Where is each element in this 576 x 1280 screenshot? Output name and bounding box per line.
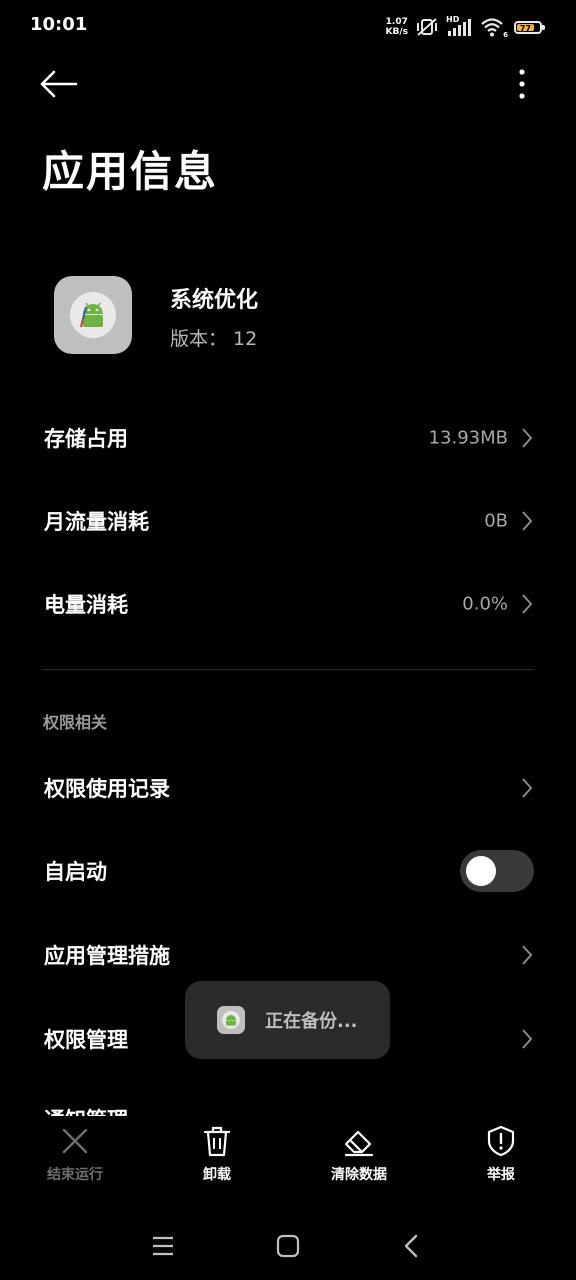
chevron-right-icon — [522, 778, 533, 798]
section-divider — [42, 669, 534, 670]
toast: 正在备份... — [185, 981, 390, 1059]
wifi-badge: 6 — [503, 31, 508, 39]
hd-label: HD — [446, 15, 460, 24]
report-button[interactable]: 举报 — [446, 1124, 556, 1194]
eraser-icon — [344, 1130, 374, 1157]
wifi-icon: 6 — [480, 17, 508, 39]
menu-icon — [153, 1236, 173, 1256]
force-stop-button[interactable]: 结束运行 — [20, 1124, 130, 1194]
app-version: 版本： 12 — [170, 328, 258, 350]
data-usage-row[interactable]: 月流量消耗 0B — [0, 479, 576, 563]
row-label: 电量消耗 — [44, 593, 128, 617]
row-value: 0B — [484, 510, 508, 532]
recents-button[interactable] — [143, 1230, 183, 1262]
bottom-toolbar: 结束运行 卸载 清除数据 举报 — [0, 1116, 576, 1206]
app-name: 系统优化 — [170, 288, 259, 313]
android-robot-icon — [222, 1011, 240, 1029]
row-value: 0.0% — [462, 593, 508, 615]
more-vertical-icon — [519, 69, 525, 99]
row-label: 权限使用记录 — [44, 777, 170, 801]
chevron-right-icon — [522, 945, 533, 965]
shield-alert-icon — [487, 1125, 515, 1157]
android-robot-icon — [80, 302, 103, 328]
cellular-signal-icon: HD — [446, 15, 472, 37]
permission-usage-record-row[interactable]: 权限使用记录 — [0, 746, 576, 830]
autostart-row: 自启动 — [0, 829, 576, 913]
row-label: 月流量消耗 — [44, 510, 149, 534]
app-icon-small — [217, 1006, 245, 1034]
page-title: 应用信息 — [42, 147, 219, 196]
row-value: 13.93MB — [428, 427, 508, 449]
section-title-permissions: 权限相关 — [43, 713, 108, 732]
network-speed: 1.07 KB/s — [386, 17, 408, 37]
row-label: 权限管理 — [44, 1028, 128, 1052]
force-stop-label: 结束运行 — [47, 1167, 103, 1183]
storage-row[interactable]: 存储占用 13.93MB — [0, 396, 576, 480]
chevron-right-icon — [522, 511, 533, 531]
trash-icon — [203, 1126, 231, 1157]
clear-data-button[interactable]: 清除数据 — [304, 1124, 414, 1194]
battery-icon: 77 — [514, 20, 545, 34]
row-label: 存储占用 — [44, 427, 128, 451]
arrow-left-icon — [40, 70, 78, 98]
notification-management-row[interactable]: 通知管理 — [0, 1098, 576, 1116]
chevron-right-icon — [522, 1029, 533, 1049]
chevron-left-icon — [404, 1234, 418, 1258]
autostart-toggle[interactable] — [460, 850, 534, 892]
status-time: 10:01 — [30, 14, 88, 35]
clear-data-label: 清除数据 — [331, 1167, 387, 1183]
close-icon — [62, 1128, 88, 1154]
uninstall-button[interactable]: 卸载 — [162, 1124, 272, 1194]
toast-text: 正在备份... — [265, 1011, 358, 1032]
app-icon — [54, 276, 132, 354]
toggle-knob — [466, 856, 496, 886]
chevron-right-icon — [522, 428, 533, 448]
uninstall-label: 卸载 — [203, 1167, 231, 1183]
system-navigation-bar — [0, 1218, 576, 1274]
battery-level: 77 — [517, 23, 534, 33]
row-label: 自启动 — [44, 860, 107, 884]
square-icon — [276, 1234, 300, 1258]
back-button[interactable] — [36, 66, 80, 102]
status-icons: 1.07 KB/s HD 6 77 — [386, 14, 545, 40]
battery-usage-row[interactable]: 电量消耗 0.0% — [0, 562, 576, 646]
vibrate-off-icon — [417, 18, 437, 36]
report-label: 举报 — [487, 1167, 515, 1183]
network-speed-value: 1.07 — [385, 17, 408, 27]
chevron-right-icon — [522, 594, 533, 614]
row-label: 通知管理 — [44, 1104, 128, 1116]
network-speed-unit: KB/s — [385, 27, 408, 37]
nav-back-button[interactable] — [392, 1230, 432, 1262]
row-label: 应用管理措施 — [44, 944, 170, 968]
more-options-button[interactable] — [506, 66, 538, 102]
home-button[interactable] — [268, 1230, 308, 1262]
